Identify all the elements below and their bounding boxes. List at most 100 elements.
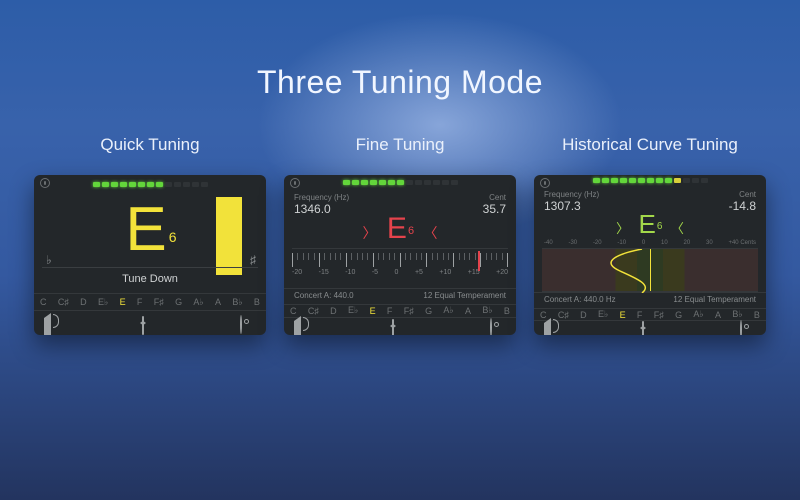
tuning-hint: Tune Down bbox=[34, 273, 266, 285]
note-B[interactable]: B bbox=[254, 297, 260, 307]
note-Bflat[interactable]: B♭ bbox=[482, 305, 492, 316]
card-quick-tuning: E6 ♭ ♯ Tune Down CC♯DE♭EFF♯GA♭AB♭B bbox=[34, 175, 266, 335]
input-level-meter bbox=[593, 178, 708, 183]
quick-body: E6 ♭ ♯ Tune Down bbox=[34, 191, 266, 293]
note-strip[interactable]: C C♯ D E♭ E F F♯ G A♭ A B♭ B bbox=[34, 293, 266, 311]
detected-note: E bbox=[387, 212, 407, 245]
note-B[interactable]: B bbox=[754, 310, 760, 320]
note-E[interactable]: E bbox=[120, 297, 126, 307]
note-Fsharp[interactable]: F♯ bbox=[654, 310, 664, 320]
note-Aflat[interactable]: A♭ bbox=[193, 297, 203, 308]
note-A[interactable]: A bbox=[715, 310, 721, 320]
card-historical-tuning: Frequency (Hz) 1307.3 Cent -14.8 〉 E6 〈 … bbox=[534, 175, 766, 335]
settings-button[interactable] bbox=[490, 319, 506, 333]
column-title-quick: Quick Tuning bbox=[100, 135, 199, 155]
note-Bflat[interactable]: B♭ bbox=[732, 309, 742, 320]
note-E[interactable]: E bbox=[620, 310, 626, 320]
settings-button[interactable] bbox=[740, 321, 756, 335]
concert-a-readout[interactable]: Concert A: 440.0 bbox=[294, 291, 354, 300]
note-F[interactable]: F bbox=[637, 310, 643, 320]
cent-scale: -20-15-10-50+5+10+15+20 bbox=[292, 248, 508, 288]
sound-button[interactable] bbox=[544, 321, 560, 335]
card-fine-tuning: Frequency (Hz) 1346.0 Cent 35.7 〉 E6 〈 -… bbox=[284, 175, 516, 335]
note-C[interactable]: C bbox=[40, 297, 47, 307]
bottom-toolbar bbox=[34, 311, 266, 335]
concert-a-readout[interactable]: Concert A: 440.0 Hz bbox=[544, 295, 616, 304]
flat-symbol: ♭ bbox=[46, 253, 52, 267]
topbar bbox=[284, 175, 516, 187]
detected-octave: 6 bbox=[169, 229, 177, 245]
note-Fsharp[interactable]: F♯ bbox=[154, 297, 164, 307]
note-G[interactable]: G bbox=[675, 310, 682, 320]
detected-note-block: 〉 E6 〈 bbox=[534, 209, 766, 240]
arrow-right-icon: 〈 bbox=[424, 225, 438, 241]
note-Aflat[interactable]: A♭ bbox=[443, 305, 453, 316]
settings-button[interactable] bbox=[240, 316, 256, 330]
note-Eflat[interactable]: E♭ bbox=[98, 297, 108, 308]
sound-button[interactable] bbox=[44, 316, 60, 330]
frequency-value: 1307.3 bbox=[544, 199, 599, 213]
frequency-value: 1346.0 bbox=[294, 202, 349, 216]
detected-note: E bbox=[125, 199, 166, 261]
note-Aflat[interactable]: A♭ bbox=[693, 309, 703, 320]
note-Fsharp[interactable]: F♯ bbox=[404, 306, 414, 316]
microphone-icon[interactable] bbox=[40, 178, 50, 188]
detected-note: E bbox=[639, 209, 656, 239]
cards-row: Quick Tuning E6 ♭ ♯ Tune Down CC♯DE♭EFF♯… bbox=[34, 135, 766, 335]
note-D[interactable]: D bbox=[80, 297, 87, 307]
note-C[interactable]: C bbox=[290, 306, 297, 316]
detected-octave: 6 bbox=[408, 225, 414, 237]
column-historical: Historical Curve Tuning Frequency (Hz) 1… bbox=[534, 135, 766, 335]
note-D[interactable]: D bbox=[330, 306, 337, 316]
page-title: Three Tuning Mode bbox=[257, 64, 543, 101]
note-Eflat[interactable]: E♭ bbox=[348, 305, 358, 316]
note-A[interactable]: A bbox=[465, 306, 471, 316]
bottom-toolbar bbox=[284, 318, 516, 335]
input-level-meter bbox=[343, 180, 458, 185]
note-Bflat[interactable]: B♭ bbox=[232, 297, 242, 308]
input-level-meter bbox=[93, 182, 208, 187]
arrow-left-icon: 〉 bbox=[362, 225, 376, 241]
note-G[interactable]: G bbox=[175, 297, 182, 307]
topbar bbox=[534, 175, 766, 184]
bottom-toolbar bbox=[534, 321, 766, 335]
mode-cycle-button[interactable] bbox=[392, 319, 408, 333]
mode-cycle-button[interactable] bbox=[142, 316, 158, 330]
sharp-symbol: ♯ bbox=[250, 253, 256, 267]
note-D[interactable]: D bbox=[580, 310, 587, 320]
cent-readout: Cent -14.8 bbox=[729, 190, 756, 213]
note-A[interactable]: A bbox=[215, 297, 221, 307]
note-E[interactable]: E bbox=[370, 306, 376, 316]
sound-button[interactable] bbox=[294, 319, 310, 333]
history-curve bbox=[542, 249, 758, 293]
column-title-historical: Historical Curve Tuning bbox=[562, 135, 738, 155]
history-graph bbox=[542, 248, 758, 292]
column-quick: Quick Tuning E6 ♭ ♯ Tune Down CC♯DE♭EFF♯… bbox=[34, 135, 266, 335]
frequency-readout: Frequency (Hz) 1346.0 bbox=[294, 193, 349, 216]
detected-octave: 6 bbox=[657, 221, 663, 232]
note-Csharp[interactable]: C♯ bbox=[308, 306, 319, 316]
hist-body: Frequency (Hz) 1307.3 Cent -14.8 〉 E6 〈 … bbox=[534, 184, 766, 308]
note-strip[interactable]: C C♯ D E♭ E F F♯ G A♭ A B♭ B bbox=[284, 304, 516, 318]
note-G[interactable]: G bbox=[425, 306, 432, 316]
note-Csharp[interactable]: C♯ bbox=[558, 310, 569, 320]
frequency-readout: Frequency (Hz) 1307.3 bbox=[544, 190, 599, 213]
note-Eflat[interactable]: E♭ bbox=[598, 309, 608, 320]
note-strip[interactable]: CC♯DE♭EFF♯GA♭AB♭B bbox=[534, 308, 766, 321]
column-title-fine: Fine Tuning bbox=[356, 135, 445, 155]
scale-needle bbox=[478, 251, 480, 271]
note-Csharp[interactable]: C♯ bbox=[58, 297, 69, 307]
cent-value: 35.7 bbox=[483, 202, 506, 216]
note-B[interactable]: B bbox=[504, 306, 510, 316]
cent-readout: Cent 35.7 bbox=[483, 193, 506, 216]
fine-body: Frequency (Hz) 1346.0 Cent 35.7 〉 E6 〈 -… bbox=[284, 187, 516, 304]
note-F[interactable]: F bbox=[387, 306, 393, 316]
topbar bbox=[34, 175, 266, 191]
mode-cycle-button[interactable] bbox=[642, 321, 658, 335]
arrow-left-icon: 〉 bbox=[616, 221, 629, 236]
hist-scale-labels: -40-30-20-100102030+40 Cents bbox=[534, 240, 766, 246]
arrow-right-icon: 〈 bbox=[671, 221, 684, 236]
note-F[interactable]: F bbox=[137, 297, 143, 307]
temperament-readout[interactable]: 12 Equal Temperament bbox=[423, 291, 506, 300]
temperament-readout[interactable]: 12 Equal Temperament bbox=[673, 295, 756, 304]
